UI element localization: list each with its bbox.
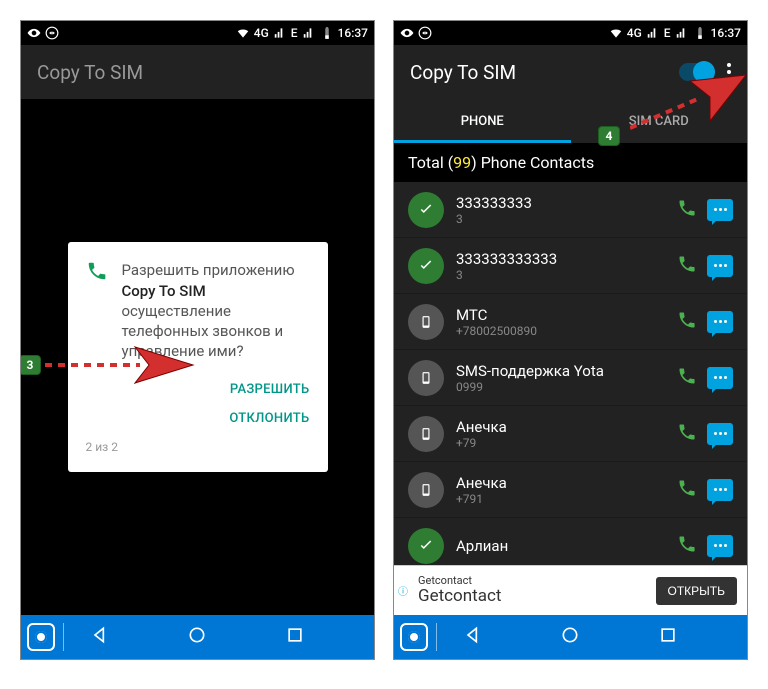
- call-button[interactable]: [677, 366, 697, 390]
- app-bar: Copy To SIM: [21, 45, 374, 99]
- contact-row[interactable]: SMS-поддержка Yota0999: [394, 350, 747, 406]
- recent-button[interactable]: [658, 625, 678, 649]
- contacts-count: 99: [453, 153, 471, 172]
- call-button[interactable]: [677, 534, 697, 558]
- nav-bar: [21, 615, 374, 659]
- check-icon: [408, 528, 444, 564]
- summary-bar: Total (99) Phone Contacts: [394, 143, 747, 182]
- back-button[interactable]: [90, 625, 110, 649]
- message-button[interactable]: [707, 199, 733, 221]
- ad-banner[interactable]: ⓘ Getcontact Getcontact ОТКРЫТЬ: [394, 565, 747, 615]
- contact-list[interactable]: 33333333333333333333333МТС+78002500890SM…: [394, 182, 747, 565]
- contact-info: 3333333333: [456, 194, 665, 226]
- network-extra: E: [664, 26, 671, 40]
- contact-number: +78002500890: [456, 324, 665, 338]
- battery-icon: [320, 26, 334, 40]
- sim-icon: [408, 416, 444, 452]
- home-button[interactable]: [187, 625, 207, 649]
- contact-number: 0999: [456, 380, 665, 394]
- allow-button[interactable]: РАЗРЕШИТЬ: [230, 382, 310, 397]
- check-icon: [408, 248, 444, 284]
- step-badge-4: 4: [598, 126, 620, 146]
- contact-name: МТС: [456, 306, 665, 324]
- contact-info: 3333333333333: [456, 250, 665, 282]
- ad-open-button[interactable]: ОТКРЫТЬ: [656, 577, 738, 605]
- message-button[interactable]: [707, 255, 733, 277]
- call-button[interactable]: [677, 254, 697, 278]
- call-button[interactable]: [677, 198, 697, 222]
- arrow-to-allow: [45, 345, 195, 385]
- teamviewer-icon[interactable]: [400, 623, 428, 651]
- ad-title: Getcontact: [418, 587, 501, 606]
- teamviewer-icon[interactable]: [27, 623, 55, 651]
- step-badge-3: 3: [20, 355, 41, 375]
- battery-icon: [693, 26, 707, 40]
- contact-name: Анечка: [456, 418, 665, 436]
- contact-row[interactable]: Анечка+791: [394, 462, 747, 518]
- message-button[interactable]: [707, 479, 733, 501]
- signal2-icon: [302, 26, 316, 40]
- contact-name: Арлиан: [456, 537, 665, 555]
- teamviewer-status-icon: [45, 26, 59, 40]
- contact-name: 333333333: [456, 194, 665, 212]
- contact-name: 333333333333: [456, 250, 665, 268]
- clock: 16:37: [338, 26, 368, 40]
- contact-info: Анечка+79: [456, 418, 665, 450]
- contact-number: 3: [456, 212, 665, 226]
- dialog-pager: 2 из 2: [86, 440, 310, 454]
- contact-row[interactable]: 3333333333333: [394, 238, 747, 294]
- contact-row[interactable]: 3333333333: [394, 182, 747, 238]
- contact-row[interactable]: Анечка+79: [394, 406, 747, 462]
- contact-name: Анечка: [456, 474, 665, 492]
- signal-icon: [273, 26, 287, 40]
- eye-icon: [400, 26, 414, 40]
- contact-info: SMS-поддержка Yota0999: [456, 362, 665, 394]
- clock: 16:37: [711, 26, 741, 40]
- recent-button[interactable]: [285, 625, 305, 649]
- contact-number: 3: [456, 268, 665, 282]
- contact-row[interactable]: Арлиан: [394, 518, 747, 565]
- message-button[interactable]: [707, 423, 733, 445]
- screen-body: Разрешить приложению Copy To SIM осущест…: [21, 99, 374, 615]
- sim-icon: [408, 360, 444, 396]
- tab-phone[interactable]: PHONE: [394, 99, 571, 143]
- network-extra: E: [291, 26, 298, 40]
- message-button[interactable]: [707, 535, 733, 557]
- signal-icon: [646, 26, 660, 40]
- app-title: Copy To SIM: [37, 61, 143, 84]
- adchoices-icon[interactable]: ⓘ: [398, 583, 408, 598]
- network-type: 4G: [627, 26, 642, 40]
- home-button[interactable]: [560, 625, 580, 649]
- message-button[interactable]: [707, 367, 733, 389]
- status-bar: 4G E 16:37: [21, 21, 374, 45]
- phone-left: 4G E 16:37 Copy To SIM Разрешить приложе…: [20, 20, 375, 660]
- wifi-icon: [236, 26, 250, 40]
- teamviewer-status-icon: [418, 26, 432, 40]
- contact-name: SMS-поддержка Yota: [456, 362, 665, 380]
- app-title: Copy To SIM: [410, 61, 516, 84]
- contact-info: МТС+78002500890: [456, 306, 665, 338]
- sim-icon: [408, 472, 444, 508]
- back-button[interactable]: [463, 625, 483, 649]
- phone-right: 4G E 16:37 Copy To SIM PHONE SIM CARD To…: [393, 20, 748, 660]
- wifi-icon: [609, 26, 623, 40]
- contact-number: +791: [456, 492, 665, 506]
- contact-number: +79: [456, 436, 665, 450]
- message-button[interactable]: [707, 311, 733, 333]
- contact-info: Арлиан: [456, 537, 665, 555]
- nav-bar: [394, 615, 747, 659]
- arrow-to-menu: [630, 73, 748, 133]
- check-icon: [408, 192, 444, 228]
- sim-icon: [408, 304, 444, 340]
- call-button[interactable]: [677, 422, 697, 446]
- call-button[interactable]: [677, 310, 697, 334]
- contact-info: Анечка+791: [456, 474, 665, 506]
- contact-row[interactable]: МТС+78002500890: [394, 294, 747, 350]
- call-button[interactable]: [677, 478, 697, 502]
- deny-button[interactable]: ОТКЛОНИТЬ: [229, 411, 309, 426]
- eye-icon: [27, 26, 41, 40]
- network-type: 4G: [254, 26, 269, 40]
- signal2-icon: [675, 26, 689, 40]
- status-bar: 4G E 16:37: [394, 21, 747, 45]
